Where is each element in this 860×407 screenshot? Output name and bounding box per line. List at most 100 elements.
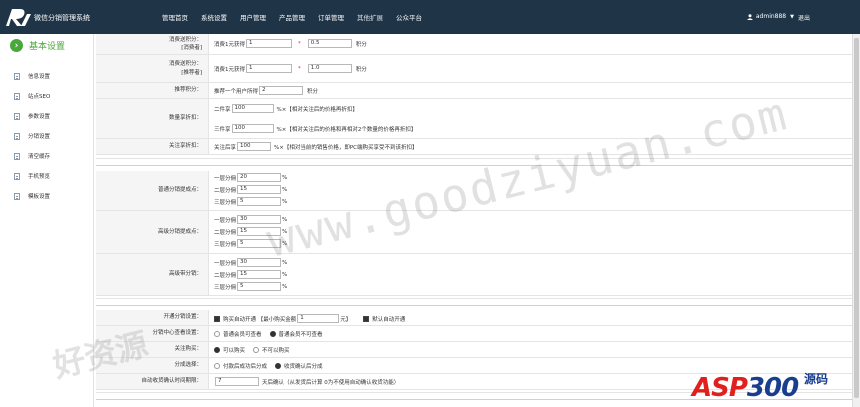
scrollbar-thumb[interactable]	[854, 38, 859, 398]
auto-open-checkbox[interactable]	[214, 315, 220, 322]
label-subtext: [消费者]	[181, 45, 202, 51]
app-title: 微信分销管理系统	[34, 14, 90, 22]
top-level3-input[interactable]: 5	[237, 282, 282, 291]
row-label: 关注购买：	[96, 342, 209, 357]
senior-level3-input[interactable]: 5	[237, 239, 282, 248]
field-unit: 积分	[355, 66, 367, 73]
field-prefix: 二层分佣	[214, 229, 237, 236]
three-item-discount-input[interactable]: 100	[231, 124, 274, 133]
field-unit: %	[282, 240, 288, 247]
field-prefix: 三件享	[214, 126, 231, 133]
senior-level1-input[interactable]: 30	[237, 215, 282, 224]
radio-label: 普通会员不可查看	[278, 332, 323, 338]
radio-after-payment[interactable]	[214, 363, 220, 369]
sidebar-item-mobile-preview[interactable]: 手机预览	[14, 166, 50, 186]
logo-icon	[6, 9, 31, 26]
multiply-sign: *	[298, 40, 301, 47]
referrer-amount-input[interactable]: 1	[246, 64, 292, 73]
document-icon	[14, 132, 20, 140]
row-quantity-discount: 数量享折扣： 二件享 100 %×【相对关注后的价格再折扣】 三件享 100 %…	[96, 99, 852, 139]
nav-product-management[interactable]: 产品管理	[279, 12, 305, 22]
default-open-checkbox[interactable]	[363, 315, 370, 322]
field-note: 天后确认（从发货后计算 0为不使用自动确认收货功能）	[262, 379, 400, 386]
consumer-rate-input[interactable]: 0.5	[307, 39, 352, 48]
label-text: 消费送积分：	[168, 36, 202, 43]
nav-other-extensions[interactable]: 其他扩展	[357, 12, 383, 22]
sidebar-item-info[interactable]: 信息设置	[14, 66, 50, 86]
sidebar-item-distribution[interactable]: 分销设置	[14, 126, 50, 146]
nav-user-management[interactable]: 用户管理	[240, 12, 266, 22]
multiply-sign: *	[298, 65, 301, 72]
field-prefix: 二层分佣	[214, 187, 237, 194]
document-icon	[14, 112, 20, 120]
field-prefix: 消费1元获得	[214, 66, 245, 73]
row-label: 普通分销提成点：	[96, 171, 209, 210]
chevron-right-icon: ›	[10, 39, 23, 52]
brand-part-a: ASP	[692, 373, 748, 403]
brand-cn: 源码	[804, 372, 829, 386]
section-divider	[96, 158, 852, 166]
auto-confirm-days-input[interactable]: 7	[215, 377, 259, 386]
row-label: 高级带分销：	[96, 254, 209, 295]
row-label: 高级分销提成点：	[96, 211, 209, 253]
sidebar-item-templates[interactable]: 模板设置	[14, 186, 50, 206]
sidebar-item-label: 站点SEO	[28, 94, 51, 100]
sidebar-item-label: 清空缓存	[28, 154, 51, 160]
sidebar-item-label: 手机预览	[28, 174, 51, 180]
radio-after-receipt[interactable]	[275, 363, 282, 369]
row-follow-discount: 关注享折扣： 关注后享 100 %×【相对当前的销售价格，即PC端购买享受不到该…	[96, 139, 852, 155]
referrer-rate-input[interactable]: 1.0	[307, 64, 352, 73]
recommend-points-input[interactable]: 2	[259, 86, 304, 95]
follow-discount-input[interactable]: 100	[237, 142, 272, 151]
field-note: %×【相对当前的销售价格，即PC端购买享受不到该折扣】	[274, 144, 418, 151]
consumer-amount-input[interactable]: 1	[246, 39, 292, 48]
radio-member-can-view[interactable]	[214, 331, 220, 337]
row-follow-buy: 关注购买： 可以购买 不可以购买	[96, 342, 852, 358]
sidebar-item-seo[interactable]: 站点SEO	[14, 86, 50, 106]
top-level1-input[interactable]: 30	[237, 258, 282, 267]
radio-can-buy[interactable]	[214, 347, 220, 353]
chevron-down-icon: ▼	[790, 13, 794, 20]
row-label: 消费送积分： [推荐者]	[96, 55, 209, 82]
checkbox-label: 默认自动开通	[372, 316, 406, 323]
field-prefix: 二件享	[214, 106, 231, 113]
min-amount-input[interactable]: 1	[297, 314, 340, 323]
radio-label: 付款后成功后分成	[223, 364, 268, 370]
field-prefix: 关注后享	[214, 144, 237, 151]
sidebar-item-params[interactable]: 参数设置	[14, 106, 50, 126]
row-consume-points-referrer: 消费送积分： [推荐者] 消费1元获得 1 * 1.0 积分	[96, 55, 852, 83]
normal-level1-input[interactable]: 20	[237, 173, 282, 182]
vertical-scrollbar[interactable]	[852, 34, 860, 407]
field-unit: %	[282, 259, 288, 266]
radio-label: 可以购买	[223, 348, 246, 354]
row-label: 开通分销设置：	[96, 310, 209, 325]
row-label: 消费送积分： [消费者]	[96, 34, 209, 54]
field-unit: %	[282, 271, 288, 278]
normal-level2-input[interactable]: 15	[237, 185, 282, 194]
nav-public-platform[interactable]: 公众平台	[396, 12, 422, 22]
senior-level2-input[interactable]: 15	[237, 227, 282, 236]
field-note: %×【相对关注后的价格再折扣】	[276, 106, 358, 113]
nav-home[interactable]: 管理首页	[162, 12, 188, 22]
brand-logo-text: ASP300	[692, 373, 799, 403]
row-normal-rebate: 普通分销提成点： 一层分佣 20% 二层分佣 15% 三层分佣 5%	[96, 171, 852, 211]
top-level2-input[interactable]: 15	[237, 270, 282, 279]
field-prefix: 一层分佣	[214, 175, 237, 182]
radio-label: 不可以购买	[262, 348, 290, 354]
nav-system-settings[interactable]: 系统设置	[201, 12, 227, 22]
sidebar-title: 基本设置	[29, 42, 66, 52]
radio-label: 收货确认后分成	[284, 364, 323, 370]
logout-link[interactable]: 退出	[798, 13, 810, 22]
sidebar-item-clear-cache[interactable]: 清空缓存	[14, 146, 50, 166]
two-item-discount-input[interactable]: 100	[231, 104, 274, 113]
username: admin888	[755, 13, 787, 20]
row-consume-points-consumer: 消费送积分： [消费者] 消费1元获得 1 * 0.5 积分	[96, 34, 852, 55]
settings-form: 消费送积分： [消费者] 消费1元获得 1 * 0.5 积分 消费送积分： [推荐者…	[96, 34, 852, 407]
user-menu[interactable]: admin888 ▼	[746, 13, 794, 20]
document-icon	[14, 172, 20, 180]
radio-member-cannot-view[interactable]	[269, 331, 276, 337]
normal-level3-input[interactable]: 5	[237, 197, 282, 206]
radio-cannot-buy[interactable]	[253, 347, 260, 353]
nav-order-management[interactable]: 订单管理	[318, 12, 344, 22]
field-unit: 积分	[355, 41, 367, 48]
